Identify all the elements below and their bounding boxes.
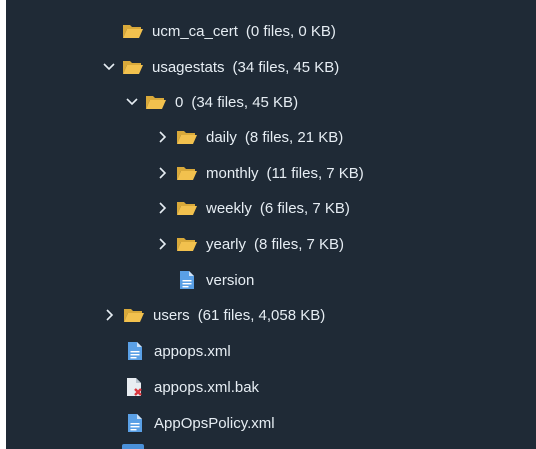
tree-row-meta: (34 files, 45 KB) — [191, 93, 299, 111]
tree-row-name: yearly — [206, 235, 247, 253]
tree-row-meta: (61 files, 4,058 KB) — [197, 306, 326, 324]
tree-row-ucm-ca-cert[interactable]: ucm_ca_cert (0 files, 0 KB) — [6, 13, 536, 49]
file-icon — [124, 413, 146, 433]
tree-row-daily[interactable]: daily (8 files, 21 KB) — [6, 119, 536, 155]
tree-row-weekly[interactable]: weekly (6 files, 7 KB) — [6, 190, 536, 226]
folder-open-icon — [176, 198, 198, 218]
folder-open-icon — [123, 305, 145, 325]
tree-row-monthly[interactable]: monthly (11 files, 7 KB) — [6, 155, 536, 191]
tree-row-name: version — [206, 271, 255, 289]
tree-row-meta: (8 files, 7 KB) — [254, 235, 345, 253]
tree-row-name: appops.xml.bak — [154, 378, 260, 396]
tree-row-users[interactable]: users (61 files, 4,058 KB) — [6, 297, 536, 333]
tree-row-meta: (34 files, 45 KB) — [232, 58, 340, 76]
tree-row-meta: (11 files, 7 KB) — [266, 164, 364, 182]
file-icon — [176, 270, 198, 290]
file-tree-panel: ucm_ca_cert (0 files, 0 KB) usagestats (… — [6, 0, 536, 449]
tree-row-name: daily — [206, 128, 237, 146]
tree-row-version[interactable]: version — [6, 262, 536, 298]
tree-row-name: ucm_ca_cert — [152, 22, 238, 40]
chevron-down-icon[interactable] — [102, 60, 116, 74]
folder-open-icon — [122, 21, 144, 41]
chevron-right-icon[interactable] — [156, 130, 170, 144]
file-error-icon — [124, 377, 146, 397]
chevron-right-icon[interactable] — [156, 166, 170, 180]
chevron-right-icon[interactable] — [156, 201, 170, 215]
tree-row-yearly[interactable]: yearly (8 files, 7 KB) — [6, 226, 536, 262]
file-icon — [124, 341, 146, 361]
tree-row-meta: (8 files, 21 KB) — [244, 128, 344, 146]
folder-open-icon — [176, 163, 198, 183]
folder-open-icon — [176, 127, 198, 147]
folder-open-icon — [176, 234, 198, 254]
chevron-right-icon[interactable] — [103, 308, 117, 322]
tree-row-appops-xml-bak[interactable]: appops.xml.bak — [6, 369, 536, 405]
tree-row-name: weekly — [206, 199, 252, 217]
folder-open-icon — [145, 92, 167, 112]
tree-row-appops-xml[interactable]: appops.xml — [6, 333, 536, 369]
partial-file-icon — [122, 444, 144, 449]
tree-row-name: 0 — [175, 93, 184, 111]
tree-row-name: appops.xml — [154, 342, 231, 360]
chevron-down-icon[interactable] — [125, 95, 139, 109]
tree-row-name: usagestats — [152, 58, 225, 76]
tree-row-appopspolicy-xml[interactable]: AppOpsPolicy.xml — [6, 405, 536, 441]
tree-row-usagestats[interactable]: usagestats (34 files, 45 KB) — [6, 49, 536, 85]
tree-row-0[interactable]: 0 (34 files, 45 KB) — [6, 84, 536, 120]
chevron-right-icon[interactable] — [156, 237, 170, 251]
tree-row-name: AppOpsPolicy.xml — [154, 414, 275, 432]
tree-row-meta: (6 files, 7 KB) — [259, 199, 350, 217]
tree-row-meta: (0 files, 0 KB) — [245, 22, 336, 40]
tree-row-name: monthly — [206, 164, 259, 182]
folder-open-icon — [122, 57, 144, 77]
tree-row-name: users — [153, 306, 190, 324]
